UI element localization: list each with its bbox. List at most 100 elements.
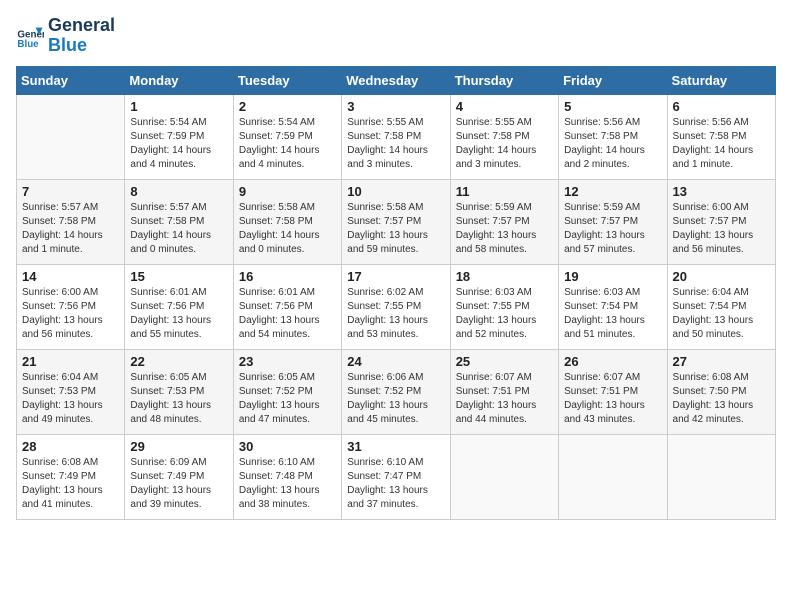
cell-info: Sunset: 7:47 PM [347, 470, 444, 484]
day-number: 20 [673, 269, 770, 284]
cell-info: Sunset: 7:53 PM [22, 385, 119, 399]
cell-info: and 55 minutes. [130, 328, 227, 342]
day-number: 5 [564, 99, 661, 114]
weekday-header-wednesday: Wednesday [342, 66, 450, 94]
cell-info: and 49 minutes. [22, 413, 119, 427]
calendar-cell: 31Sunrise: 6:10 AMSunset: 7:47 PMDayligh… [342, 434, 450, 519]
week-row-3: 14Sunrise: 6:00 AMSunset: 7:56 PMDayligh… [17, 264, 776, 349]
cell-info: Sunrise: 5:56 AM [673, 116, 770, 130]
cell-info: Sunrise: 6:00 AM [673, 201, 770, 215]
cell-info: Sunrise: 5:57 AM [22, 201, 119, 215]
calendar-cell: 27Sunrise: 6:08 AMSunset: 7:50 PMDayligh… [667, 349, 775, 434]
day-number: 25 [456, 354, 553, 369]
cell-info: Daylight: 13 hours [22, 399, 119, 413]
cell-info: and 59 minutes. [347, 243, 444, 257]
day-number: 1 [130, 99, 227, 114]
calendar-cell: 19 Sunrise: 6:03 AMSunset: 7:54 PMDayligh… [559, 264, 667, 349]
cell-info: Sunset: 7:58 PM [564, 130, 661, 144]
cell-info: Daylight: 13 hours [456, 399, 553, 413]
cell-info: Sunset: 7:56 PM [239, 300, 336, 314]
calendar-cell: 2Sunrise: 5:54 AMSunset: 7:59 PMDaylight… [233, 94, 341, 179]
cell-info: and 52 minutes. [456, 328, 553, 342]
cell-info: and 1 minute. [22, 243, 119, 257]
day-number: 31 [347, 439, 444, 454]
day-number: 8 [130, 184, 227, 199]
cell-info: Sunrise: 6:04 AM [673, 286, 770, 300]
weekday-header-saturday: Saturday [667, 66, 775, 94]
calendar-cell: 14Sunrise: 6:00 AMSunset: 7:56 PMDayligh… [17, 264, 125, 349]
cell-info: Sunset: 7:51 PM [456, 385, 553, 399]
calendar-cell: 21Sunrise: 6:04 AMSunset: 7:53 PMDayligh… [17, 349, 125, 434]
cell-info: Sunrise: 5:57 AM [130, 201, 227, 215]
cell-info: Sunset: 7:54 PM [564, 300, 661, 314]
cell-info: Daylight: 13 hours [239, 484, 336, 498]
cell-info: Sunrise: 5:56 AM [564, 116, 661, 130]
cell-info: and 2 minutes. [564, 158, 661, 172]
cell-info: Daylight: 13 hours [22, 314, 119, 328]
cell-info: and 42 minutes. [673, 413, 770, 427]
cell-info: and 51 minutes. [564, 328, 661, 342]
cell-info: Daylight: 13 hours [456, 314, 553, 328]
cell-info: Sunrise: 5:54 AM [239, 116, 336, 130]
cell-info: Sunset: 7:51 PM [564, 385, 661, 399]
cell-info: Daylight: 13 hours [564, 314, 661, 328]
calendar-cell: 15Sunrise: 6:01 AMSunset: 7:56 PMDayligh… [125, 264, 233, 349]
calendar-cell: 12Sunrise: 5:59 AMSunset: 7:57 PMDayligh… [559, 179, 667, 264]
cell-info: Sunrise: 5:59 AM [456, 201, 553, 215]
cell-info: Sunset: 7:52 PM [347, 385, 444, 399]
cell-info: and 3 minutes. [347, 158, 444, 172]
cell-info: Sunset: 7:55 PM [347, 300, 444, 314]
cell-info: and 47 minutes. [239, 413, 336, 427]
cell-info: and 38 minutes. [239, 498, 336, 512]
cell-info: Sunrise: 6:05 AM [239, 371, 336, 385]
weekday-header-friday: Friday [559, 66, 667, 94]
calendar-cell: 3Sunrise: 5:55 AMSunset: 7:58 PMDaylight… [342, 94, 450, 179]
calendar-cell: 20Sunrise: 6:04 AMSunset: 7:54 PMDayligh… [667, 264, 775, 349]
cell-info: Sunrise: 6:02 AM [347, 286, 444, 300]
cell-info: Sunrise: 5:58 AM [239, 201, 336, 215]
cell-info: Sunset: 7:57 PM [673, 215, 770, 229]
cell-info: and 4 minutes. [239, 158, 336, 172]
cell-info: Sunrise: 6:06 AM [347, 371, 444, 385]
cell-info: and 41 minutes. [22, 498, 119, 512]
calendar-cell [667, 434, 775, 519]
day-number: 12 [564, 184, 661, 199]
calendar-cell: 4Sunrise: 5:55 AMSunset: 7:58 PMDaylight… [450, 94, 558, 179]
day-number: 4 [456, 99, 553, 114]
cell-info: and 4 minutes. [130, 158, 227, 172]
cell-info: Sunset: 7:57 PM [456, 215, 553, 229]
cell-info: Daylight: 14 hours [239, 229, 336, 243]
day-number: 17 [347, 269, 444, 284]
calendar-cell: 18Sunrise: 6:03 AMSunset: 7:55 PMDayligh… [450, 264, 558, 349]
cell-info: Daylight: 13 hours [347, 314, 444, 328]
cell-info: Sunset: 7:53 PM [130, 385, 227, 399]
cell-info: Sunset: 7:49 PM [130, 470, 227, 484]
cell-info: Daylight: 14 hours [347, 144, 444, 158]
cell-info: Sunset: 7:58 PM [130, 215, 227, 229]
cell-info: Sunset: 7:52 PM [239, 385, 336, 399]
page-header: General Blue GeneralBlue [16, 16, 776, 56]
cell-info: and 50 minutes. [673, 328, 770, 342]
cell-info: Daylight: 13 hours [347, 399, 444, 413]
cell-info: Sunset: 7:48 PM [239, 470, 336, 484]
day-number: 19 [564, 269, 661, 284]
cell-info: Sunset: 7:58 PM [22, 215, 119, 229]
cell-info: and 56 minutes. [673, 243, 770, 257]
cell-info: and 57 minutes. [564, 243, 661, 257]
calendar-cell: 29Sunrise: 6:09 AMSunset: 7:49 PMDayligh… [125, 434, 233, 519]
day-number: 11 [456, 184, 553, 199]
calendar-cell: 5Sunrise: 5:56 AMSunset: 7:58 PMDaylight… [559, 94, 667, 179]
cell-info: Sunset: 7:59 PM [130, 130, 227, 144]
day-number: 18 [456, 269, 553, 284]
day-number: 10 [347, 184, 444, 199]
calendar-cell: 17 Sunrise: 6:02 AMSunset: 7:55 PMDayligh… [342, 264, 450, 349]
day-number: 2 [239, 99, 336, 114]
calendar-cell: 28Sunrise: 6:08 AMSunset: 7:49 PMDayligh… [17, 434, 125, 519]
cell-info: and 58 minutes. [456, 243, 553, 257]
cell-info: Sunrise: 6:03 AM [564, 286, 661, 300]
calendar-cell: 24Sunrise: 6:06 AMSunset: 7:52 PMDayligh… [342, 349, 450, 434]
calendar-cell: 26Sunrise: 6:07 AMSunset: 7:51 PMDayligh… [559, 349, 667, 434]
day-number: 14 [22, 269, 119, 284]
cell-info: Daylight: 14 hours [130, 144, 227, 158]
calendar-cell: 10Sunrise: 5:58 AMSunset: 7:57 PMDayligh… [342, 179, 450, 264]
